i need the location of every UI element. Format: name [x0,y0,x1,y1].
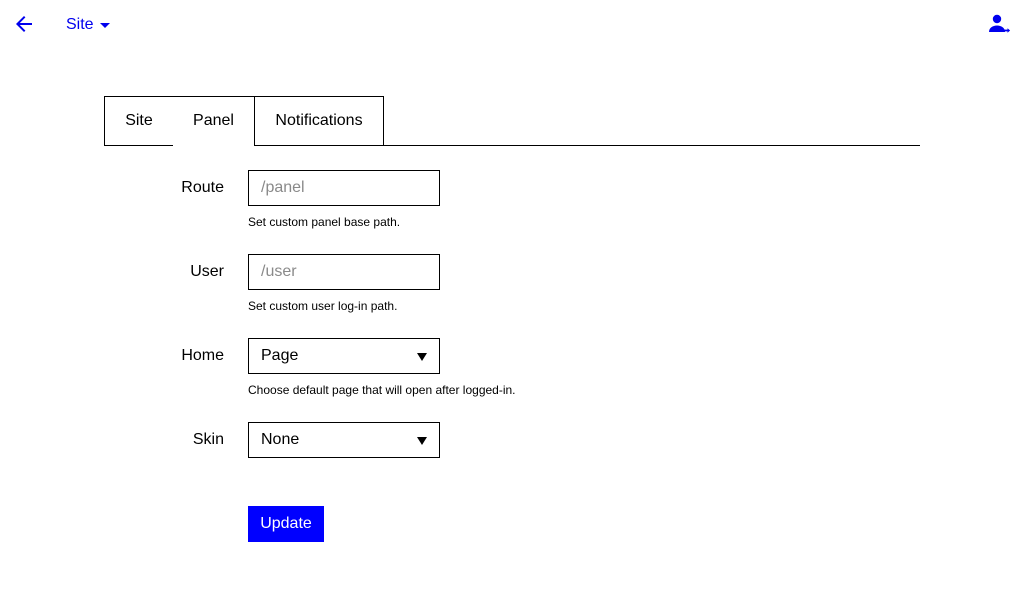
site-menu-label: Site [66,16,94,33]
dropdown-caret-icon [417,437,427,445]
top-bar: Site [0,0,1024,48]
route-label: Route [181,179,224,196]
tab-notifications[interactable]: Notifications [254,96,384,146]
user-label: User [190,263,224,280]
home-select[interactable]: Page [248,338,440,374]
dropdown-caret-icon [417,353,427,361]
skin-label: Skin [192,431,224,448]
update-button[interactable]: Update [248,506,324,542]
user-help-text: Set custom user log-in path. [248,299,398,313]
skin-select-value: None [261,431,300,448]
route-help-text: Set custom panel base path. [248,215,401,229]
settings-tabs: Site Panel Notifications [104,96,920,146]
home-select-value: Page [261,347,299,364]
user-input[interactable] [248,254,440,290]
site-menu-dropdown[interactable]: Site [66,15,110,35]
home-help-text: Choose default page that will open after… [248,383,516,397]
route-input[interactable] [248,170,440,206]
logout-button[interactable] [988,13,1012,35]
user-logout-icon [989,14,1011,33]
tab-panel[interactable]: Panel [173,96,255,146]
skin-select[interactable]: None [248,422,440,458]
tab-site[interactable]: Site [104,96,174,146]
chevron-down-icon [99,23,110,28]
home-label: Home [181,347,224,364]
back-button[interactable] [12,12,36,36]
arrow-left-icon [16,16,32,32]
